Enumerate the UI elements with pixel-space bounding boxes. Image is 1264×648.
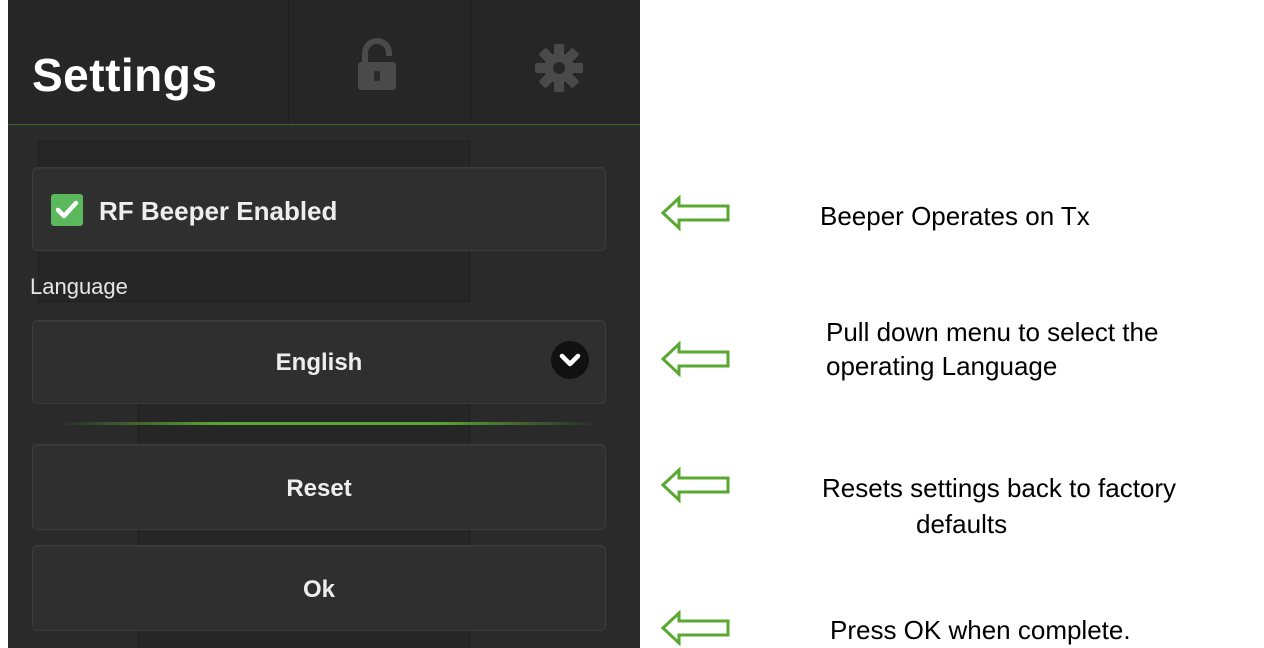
language-selected-value: English: [275, 349, 363, 376]
language-annotation-line1: Pull down menu to select the: [826, 317, 1159, 347]
checkbox[interactable]: [51, 194, 83, 226]
header-divider: [288, 0, 289, 124]
reset-button-label: Reset: [286, 475, 352, 502]
reset-annotation-line1: Resets settings back to factory: [822, 473, 1177, 503]
rf-beeper-toggle[interactable]: RF Beeper Enabled: [32, 167, 606, 251]
checkmark-icon: [55, 200, 79, 219]
gear-icon[interactable]: [533, 42, 585, 94]
section-divider: [58, 422, 598, 425]
ok-button-label: Ok: [302, 576, 335, 603]
reset-button[interactable]: Reset: [32, 444, 606, 530]
ok-button[interactable]: Ok: [32, 545, 606, 631]
header-divider: [470, 0, 471, 124]
left-arrow-icon: [660, 467, 730, 503]
rf-beeper-label: RF Beeper Enabled: [99, 196, 338, 226]
settings-header: Settings: [8, 0, 640, 125]
settings-panel: Settings RF Beeper Enabled Language Engl…: [8, 0, 640, 648]
chevron-down-icon[interactable]: [551, 341, 589, 379]
language-annotation-line2: operating Language: [826, 351, 1058, 381]
page-title: Settings: [32, 49, 218, 101]
language-select[interactable]: English: [32, 320, 606, 404]
reset-annotation-line2: defaults: [916, 509, 1008, 539]
beeper-annotation: Beeper Operates on Tx: [820, 201, 1090, 231]
language-label: Language: [30, 274, 128, 299]
ok-annotation: Press OK when complete.: [830, 615, 1131, 645]
left-arrow-icon: [660, 341, 730, 377]
lock-icon[interactable]: [356, 38, 398, 92]
left-arrow-icon: [660, 610, 730, 646]
left-arrow-icon: [660, 195, 730, 231]
